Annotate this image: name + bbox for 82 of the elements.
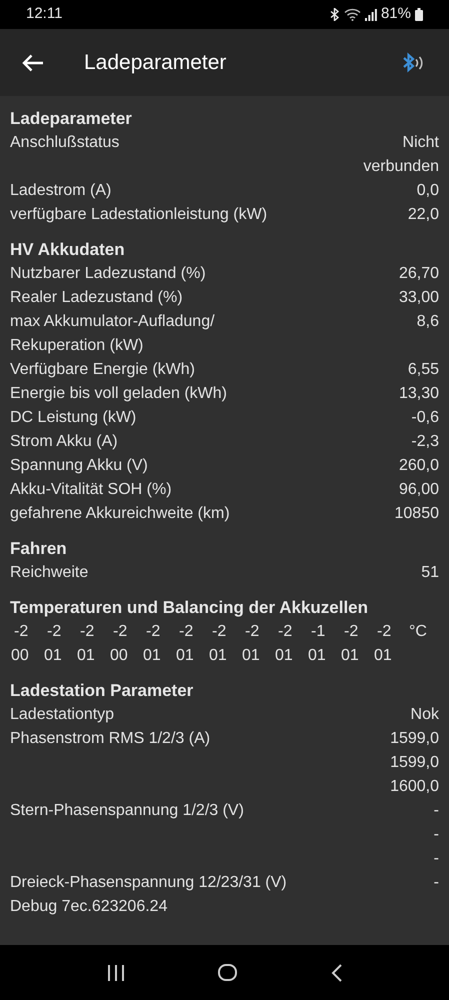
unit-label: °C [408,622,428,642]
wifi-icon [344,8,361,21]
row-label: Ladestrom (A) [10,181,112,201]
row-value: Nok [410,705,439,725]
signal-icon [364,8,377,20]
balancing-value: 01 [44,646,63,666]
row-label: Phasenstrom RMS 1/2/3 (A) [10,729,212,749]
section-heading: Ladestation Parameter [10,680,194,702]
row-label: Stern-Phasenspannung 1/2/3 (V) [10,801,245,821]
row-label: Ladestationtyp [10,705,116,725]
row-value: Nicht verbunden [362,133,439,177]
row-label: Dreieck-Phasenspannung 12/23/31 (V) [10,873,288,893]
temperature-value: -2 [277,622,294,642]
temperature-value: -2 [46,622,62,642]
row-label: gefahrene Akkureichweite (km) [10,504,231,524]
row-value: 1600,0 [390,777,439,797]
temperature-value: -2 [112,622,128,642]
row-value: - [434,801,439,821]
row-label: DC Leistung (kW) [10,408,138,428]
temperature-value: -2 [145,622,162,642]
back-arrow-icon[interactable] [22,54,44,72]
temperature-value: -2 [211,622,228,642]
row-value: 260,0 [398,456,439,476]
balancing-value: 01 [374,646,393,666]
row-label: Nutzbarer Ladezustand (%) [10,264,207,284]
row-value: 8,6 [416,312,439,332]
row-value: 33,00 [398,288,439,308]
row-value: - [434,825,439,845]
row-label: Spannung Akku (V) [10,456,149,476]
row-label: verfügbare Ladestationleistung (kW) [10,205,268,225]
balancing-value: 01 [209,646,228,666]
row-value: -2,3 [411,432,439,452]
temperature-value: -1 [310,622,326,642]
row-label: Reichweite [10,563,90,583]
section-heading: Ladeparameter [10,108,133,130]
row-value: 22,0 [408,205,439,225]
battery-icon [415,8,423,21]
row-value: - [434,873,439,893]
back-icon[interactable] [331,964,342,982]
battery-percent: 81% [380,4,411,24]
row-value: - [434,849,439,869]
row-value: 1599,0 [390,729,439,749]
row-label: Verfügbare Energie (kWh) [10,360,196,380]
row-label: Energie bis voll geladen (kWh) [10,384,228,404]
balancing-value: 01 [275,646,294,666]
balancing-value: 01 [308,646,327,666]
balancing-value: 01 [341,646,360,666]
row-value: 96,00 [398,480,439,500]
recent-apps-icon[interactable] [106,964,125,980]
row-label: max Akkumulator-Aufladung/ Rekuperation (kW) [10,312,216,356]
home-icon[interactable] [218,964,238,981]
temperature-value: -2 [244,622,260,642]
balancing-value: 01 [77,646,96,666]
row-value: 13,30 [398,384,439,404]
balancing-value: 01 [176,646,195,666]
row-label: Realer Ladezustand (%) [10,288,184,308]
row-value: -0,6 [411,408,439,428]
balancing-value: 01 [242,646,261,666]
row-label: Strom Akku (A) [10,432,119,452]
temperature-value: -2 [376,622,392,642]
section-heading: Fahren [10,538,68,560]
row-label: Anschlußstatus [10,133,120,153]
temperature-value: -2 [178,622,194,642]
screen-title: Ladeparameter [84,50,228,76]
row-value: 6,55 [408,360,439,380]
temperature-value: -2 [343,622,360,642]
balancing-value: 00 [110,646,129,666]
bluetooth-icon [330,8,340,21]
balancing-value: 01 [143,646,162,666]
row-label: Debug 7ec.623206.24 [10,897,168,917]
temperature-value: -2 [13,622,30,642]
section-heading: HV Akkudaten [10,239,126,261]
row-value: 51 [421,563,439,583]
row-value: 0,0 [416,181,439,201]
row-label: Akku-Vitalität SOH (%) [10,480,173,500]
balancing-value: 00 [11,646,30,666]
row-value: 26,70 [398,264,439,284]
status-time: 12:11 [26,4,62,24]
row-value: 10850 [394,504,439,524]
row-value: 1599,0 [390,753,439,773]
temperature-value: -2 [79,622,96,642]
section-heading: Temperaturen und Balancing der Akkuzellen [10,597,370,619]
